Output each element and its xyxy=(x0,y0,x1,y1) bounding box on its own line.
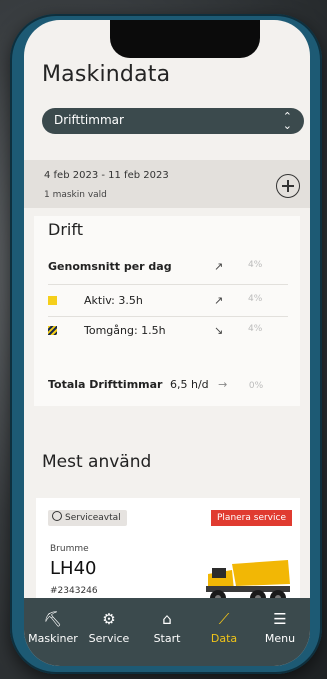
machine-name: Brumme xyxy=(50,544,89,554)
machine-model: LH40 xyxy=(50,558,97,579)
idle-pct: 4% xyxy=(248,324,263,334)
trend-flat-icon: → xyxy=(218,378,228,391)
avg-label: Genomsnitt per dag xyxy=(48,260,172,273)
drift-card: Drift Genomsnitt per dag ↗ 4% Aktiv: 3.5… xyxy=(34,216,300,406)
period-row[interactable]: 4 feb 2023 - 11 feb 2023 1 maskin vald xyxy=(24,160,310,208)
idle-swatch xyxy=(48,326,57,335)
nav-label: Service xyxy=(88,632,130,645)
list-item: Aktiv: 3.5h ↗ 4% xyxy=(48,294,288,312)
nav-item-menu[interactable]: ☰ Menu xyxy=(252,610,308,645)
app-screen: Maskindata Drifttimmar ⌃ ⌄ 4 feb 2023 - 1… xyxy=(24,20,310,666)
home-icon: ⌂ xyxy=(162,610,172,628)
badge-label: Serviceavtal xyxy=(65,513,121,523)
service-agreement-badge: Serviceavtal xyxy=(48,510,127,526)
list-item: Tomgång: 1.5h ↘ 4% xyxy=(48,324,288,342)
bottom-nav: ⛏ Maskiner ⚙ Service ⌂ Start ⟋ Data ☰ Me… xyxy=(24,598,310,666)
nav-item-data[interactable]: ⟋ Data xyxy=(196,610,252,645)
notch xyxy=(110,20,260,58)
nav-item-start[interactable]: ⌂ Start xyxy=(139,610,195,645)
nav-label: Start xyxy=(153,632,181,645)
active-label: Aktiv: 3.5h xyxy=(84,294,143,307)
check-circle-icon xyxy=(52,511,62,521)
nav-label: Menu xyxy=(264,632,296,645)
active-pct: 4% xyxy=(248,294,263,304)
machine-count: 1 maskin vald xyxy=(44,190,107,200)
excavator-icon: ⛏ xyxy=(43,610,63,628)
trend-up-icon: ↗ xyxy=(214,294,224,307)
nav-item-service[interactable]: ⚙ Service xyxy=(81,610,137,645)
most-used-heading: Mest använd xyxy=(42,452,152,472)
metric-select-value: Drifttimmar xyxy=(54,113,124,127)
plan-service-button[interactable]: Planera service xyxy=(211,510,292,526)
drift-heading: Drift xyxy=(48,220,83,239)
date-range: 4 feb 2023 - 11 feb 2023 xyxy=(44,170,169,181)
nav-label: Maskiner xyxy=(28,632,78,645)
trend-up-icon: ↗ xyxy=(214,260,224,273)
total-pct: 0% xyxy=(248,381,264,391)
total-value: 6,5 h/d xyxy=(169,378,209,391)
service-icon: ⚙ xyxy=(102,610,116,628)
chevron-updown-icon: ⌃ ⌄ xyxy=(282,110,292,132)
total-row: Totala Drifttimmar 6,5 h/d → 0% xyxy=(48,378,298,391)
total-label: Totala Drifttimmar xyxy=(48,378,163,391)
divider xyxy=(48,316,288,317)
menu-icon: ☰ xyxy=(273,610,287,628)
nav-item-maskiner[interactable]: ⛏ Maskiner xyxy=(25,610,81,645)
idle-label: Tomgång: 1.5h xyxy=(84,324,166,337)
nav-label: Data xyxy=(210,632,238,645)
chart-icon: ⟋ xyxy=(218,610,230,628)
trend-down-icon: ↘ xyxy=(214,324,224,337)
add-circle-icon[interactable] xyxy=(276,174,300,198)
avg-row: Genomsnitt per dag ↗ 4% xyxy=(48,260,288,278)
divider xyxy=(48,284,288,285)
avg-pct: 4% xyxy=(248,260,263,270)
page-title: Maskindata xyxy=(42,62,171,87)
machine-serial: #2343246 xyxy=(50,586,98,596)
active-swatch xyxy=(48,296,57,305)
metric-select[interactable]: Drifttimmar ⌃ ⌄ xyxy=(42,108,304,134)
